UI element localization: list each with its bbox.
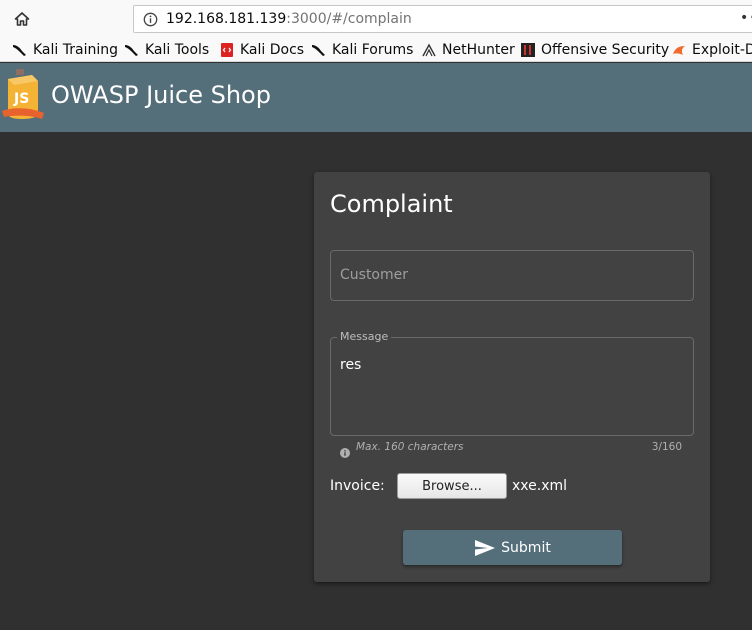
complaint-card: Complaint Customer Message res Max. 160 … (314, 172, 710, 582)
browse-button[interactable]: Browse... (397, 473, 507, 499)
char-counter: 3/160 (651, 441, 682, 453)
message-label: Message (337, 330, 392, 343)
send-icon (474, 539, 496, 557)
nethunter-icon (421, 42, 437, 58)
message-field[interactable]: Message res (330, 330, 694, 436)
url-host: 192.168.181.139 (166, 11, 287, 27)
bookmark-label: Kali Tools (145, 42, 210, 58)
bookmark-label: Kali Training (33, 42, 118, 58)
kali-dragon-icon (311, 42, 327, 58)
message-value: res (340, 357, 362, 373)
bookmarks-bar: Kali Training Kali Tools Kali Docs Kali … (0, 38, 752, 62)
customer-field[interactable]: Customer (330, 250, 694, 301)
message-hint: Max. 160 characters 3/160 (340, 441, 682, 458)
home-icon[interactable] (12, 9, 32, 29)
bookmark-kali-tools[interactable]: Kali Tools (124, 41, 209, 59)
submit-button[interactable]: Submit (403, 530, 622, 565)
hint-text: Max. 160 characters (356, 441, 464, 453)
kali-dragon-icon (124, 42, 140, 58)
browser-toolbar: 192.168.181.139:3000/#/complain •• (0, 0, 752, 38)
kali-dragon-icon (12, 42, 28, 58)
page-title: Complaint (330, 190, 453, 218)
info-icon (340, 443, 350, 458)
bookmark-label: Kali Docs (240, 42, 305, 58)
bookmark-label: Kali Forums (332, 42, 414, 58)
bookmark-label: NetHunter (442, 42, 515, 58)
bookmark-kali-forums[interactable]: Kali Forums (311, 41, 413, 59)
bookmark-offensive-security[interactable]: Offensive Security (520, 41, 669, 59)
selected-file-name: xxe.xml (512, 478, 568, 494)
page-actions-icon[interactable]: •• (740, 10, 752, 26)
bookmark-label: Exploit-D (692, 42, 752, 58)
bookmark-nethunter[interactable]: NetHunter (421, 41, 515, 59)
juice-shop-logo[interactable]: JS (2, 67, 44, 123)
info-icon[interactable] (143, 12, 158, 27)
app-title[interactable]: OWASP Juice Shop (51, 81, 271, 109)
bookmark-kali-docs[interactable]: Kali Docs (219, 41, 304, 59)
bookmark-kali-training[interactable]: Kali Training (12, 41, 118, 59)
url-path: :3000/#/complain (286, 11, 412, 27)
customer-placeholder: Customer (340, 267, 409, 283)
exploit-db-icon (671, 42, 687, 58)
url-text: 192.168.181.139:3000/#/complain (166, 11, 412, 27)
kali-docs-icon (219, 42, 235, 58)
invoice-label: Invoice: (330, 478, 385, 494)
bookmark-label: Offensive Security (541, 42, 670, 58)
svg-text:JS: JS (13, 91, 29, 107)
bookmark-exploit-db[interactable]: Exploit-D (671, 41, 752, 59)
submit-label: Submit (501, 539, 551, 556)
offsec-icon (520, 42, 536, 58)
url-bar[interactable]: 192.168.181.139:3000/#/complain (133, 5, 752, 33)
